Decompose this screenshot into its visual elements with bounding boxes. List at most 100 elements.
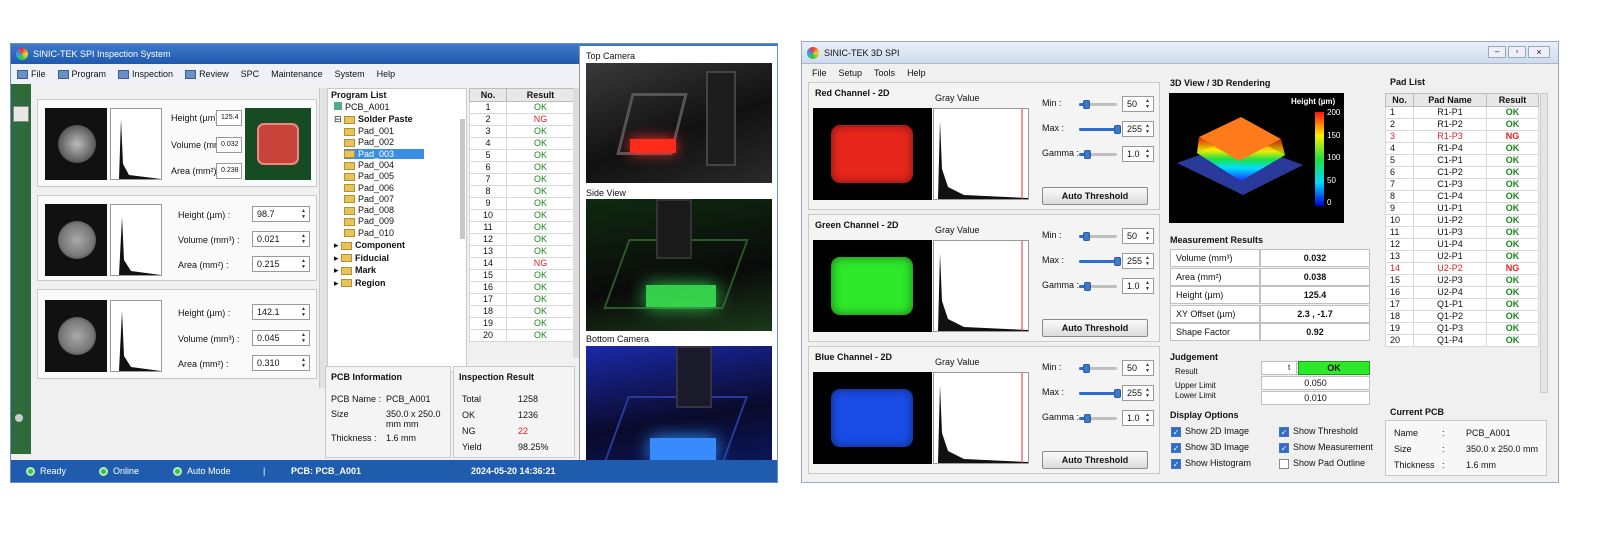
table-row[interactable]: 13 OK xyxy=(469,245,576,258)
table-row[interactable]: 2 R1-P2 OK xyxy=(1385,118,1539,131)
side-tool-button[interactable] xyxy=(13,106,29,122)
minimize-icon[interactable]: – xyxy=(1488,46,1506,58)
menu-inspection[interactable]: Inspection xyxy=(118,69,173,79)
program-list-scrollbar[interactable] xyxy=(460,119,465,239)
param-field[interactable]: 50 ▲ ▼ xyxy=(1122,360,1154,376)
tree-group-item[interactable]: ▸ Region xyxy=(334,278,386,289)
pad1-area-field[interactable]: 0.238 xyxy=(216,163,242,179)
close-icon[interactable]: × xyxy=(1528,46,1550,58)
slider-knob[interactable] xyxy=(1083,100,1091,109)
slider-knob[interactable] xyxy=(1083,150,1091,159)
pad2-height-field[interactable]: 98.7 ▲ ▼ xyxy=(252,206,310,222)
table-row[interactable]: 1 R1-P1 OK xyxy=(1385,106,1539,119)
spin-icon[interactable]: ▲ ▼ xyxy=(1145,98,1152,110)
pad2-volume-field[interactable]: 0.021 ▲ ▼ xyxy=(252,231,310,247)
tree-pad-item[interactable]: Pad_007 xyxy=(344,194,394,204)
param-slider[interactable] xyxy=(1079,125,1121,134)
display-option[interactable]: ✓ Show 3D Image xyxy=(1171,442,1249,453)
menu-help[interactable]: Help xyxy=(377,69,396,79)
tree-root[interactable]: PCB_A001 xyxy=(334,102,390,112)
table-row[interactable]: 13 U2-P1 OK xyxy=(1385,250,1539,263)
spin-icon[interactable]: ▲ ▼ xyxy=(301,258,308,270)
tree-solder-paste[interactable]: ⊟ Solder Paste xyxy=(334,114,413,125)
param-slider[interactable] xyxy=(1079,100,1117,109)
slider-knob[interactable] xyxy=(1114,257,1121,266)
table-row[interactable]: 6 C1-P2 OK xyxy=(1385,166,1539,179)
side-camera-view[interactable] xyxy=(586,199,772,331)
param-field[interactable]: 50 ▲ ▼ xyxy=(1122,228,1154,244)
pad-col-no[interactable]: No. xyxy=(1385,93,1414,107)
tree-pad-item[interactable]: Pad_003 xyxy=(344,148,425,159)
tree-pad-item[interactable]: Pad_008 xyxy=(344,205,394,215)
param-slider[interactable] xyxy=(1079,389,1121,398)
tree-pad-item[interactable]: Pad_006 xyxy=(344,183,394,193)
table-row[interactable]: 11 U1-P3 OK xyxy=(1385,226,1539,239)
spin-icon[interactable]: ▲ ▼ xyxy=(301,233,308,245)
spin-icon[interactable]: ▲ ▼ xyxy=(1145,280,1152,292)
tree-pad-item[interactable]: Pad_004 xyxy=(344,160,394,170)
param-slider[interactable] xyxy=(1079,414,1117,423)
display-option[interactable]: ✓ Show Measurement xyxy=(1279,442,1373,453)
display-option[interactable]: Show Pad Outline xyxy=(1279,458,1365,469)
spin-icon[interactable]: ▲ ▼ xyxy=(301,357,308,369)
param-field[interactable]: 255 ▲ ▼ xyxy=(1122,121,1154,137)
table-row[interactable]: 10 OK xyxy=(469,209,576,222)
checkbox-unchecked-icon[interactable] xyxy=(1279,458,1289,469)
menu-maintenance[interactable]: Maintenance xyxy=(271,69,323,79)
result-col-no[interactable]: No. xyxy=(469,88,507,102)
spin-icon[interactable]: ▲ ▼ xyxy=(301,306,308,318)
left-panel-scrollbar[interactable] xyxy=(319,88,327,388)
table-row[interactable]: 9 OK xyxy=(469,197,576,210)
menu-spc[interactable]: SPC xyxy=(241,69,260,79)
pad3-height-field[interactable]: 142.1 ▲ ▼ xyxy=(252,304,310,320)
param-slider[interactable] xyxy=(1079,257,1121,266)
table-row[interactable]: 6 OK xyxy=(469,161,576,174)
table-row[interactable]: 4 R1-P4 OK xyxy=(1385,142,1539,155)
tree-pad-item[interactable]: Pad_009 xyxy=(344,216,394,226)
table-row[interactable]: 17 Q1-P1 OK xyxy=(1385,298,1539,311)
table-row[interactable]: 15 U2-P3 OK xyxy=(1385,274,1539,287)
pad-col-result[interactable]: Result xyxy=(1486,93,1539,107)
pad2-area-field[interactable]: 0.215 ▲ ▼ xyxy=(252,256,310,272)
side-scroll-marker[interactable] xyxy=(15,414,23,422)
menu-file[interactable]: File xyxy=(812,68,827,78)
display-option[interactable]: ✓ Show Threshold xyxy=(1279,426,1358,437)
table-row[interactable]: 18 OK xyxy=(469,305,576,318)
menu-review[interactable]: Review xyxy=(185,69,229,79)
table-row[interactable]: 5 C1-P1 OK xyxy=(1385,154,1539,167)
lower-limit-value[interactable]: 0.010 xyxy=(1261,391,1370,405)
pad-col-name[interactable]: Pad Name xyxy=(1413,93,1487,107)
table-row[interactable]: 14 U2-P2 NG xyxy=(1385,262,1539,275)
table-row[interactable]: 20 OK xyxy=(469,329,576,342)
result-col-result[interactable]: Result xyxy=(505,88,576,102)
tree-pad-item[interactable]: Pad_002 xyxy=(344,137,394,147)
param-slider[interactable] xyxy=(1079,150,1117,159)
tree-pad-item[interactable]: Pad_005 xyxy=(344,171,394,181)
table-row[interactable]: 19 Q1-P3 OK xyxy=(1385,322,1539,335)
slider-knob[interactable] xyxy=(1083,232,1091,241)
table-row[interactable]: 19 OK xyxy=(469,317,576,330)
param-slider[interactable] xyxy=(1079,364,1117,373)
param-field[interactable]: 255 ▲ ▼ xyxy=(1122,385,1154,401)
pad1-height-field[interactable]: 125.4 xyxy=(216,110,242,126)
table-row[interactable]: 7 C1-P3 OK xyxy=(1385,178,1539,191)
view3d-render[interactable]: Height (µm) 200 150 100 50 0 xyxy=(1169,93,1344,223)
param-field[interactable]: 255 ▲ ▼ xyxy=(1122,253,1154,269)
table-row[interactable]: 3 OK xyxy=(469,125,576,138)
table-row[interactable]: 8 C1-P4 OK xyxy=(1385,190,1539,203)
tree-group-item[interactable]: ▸ Component xyxy=(334,240,405,251)
display-option[interactable]: ✓ Show Histogram xyxy=(1171,458,1251,469)
table-row[interactable]: 18 Q1-P2 OK xyxy=(1385,310,1539,323)
spin-icon[interactable]: ▲ ▼ xyxy=(301,208,308,220)
table-row[interactable]: 4 OK xyxy=(469,137,576,150)
param-field[interactable]: 50 ▲ ▼ xyxy=(1122,96,1154,112)
menu-file[interactable]: File xyxy=(17,69,46,79)
auto-threshold-button[interactable]: Auto Threshold xyxy=(1042,319,1148,337)
param-field[interactable]: 1.0 ▲ ▼ xyxy=(1122,146,1154,162)
slider-knob[interactable] xyxy=(1083,414,1091,423)
table-row[interactable]: 10 U1-P2 OK xyxy=(1385,214,1539,227)
table-row[interactable]: 7 OK xyxy=(469,173,576,186)
spin-icon[interactable]: ▲ ▼ xyxy=(301,332,308,344)
spin-icon[interactable]: ▲ ▼ xyxy=(1145,387,1152,399)
checkbox-checked-icon[interactable]: ✓ xyxy=(1279,426,1289,437)
